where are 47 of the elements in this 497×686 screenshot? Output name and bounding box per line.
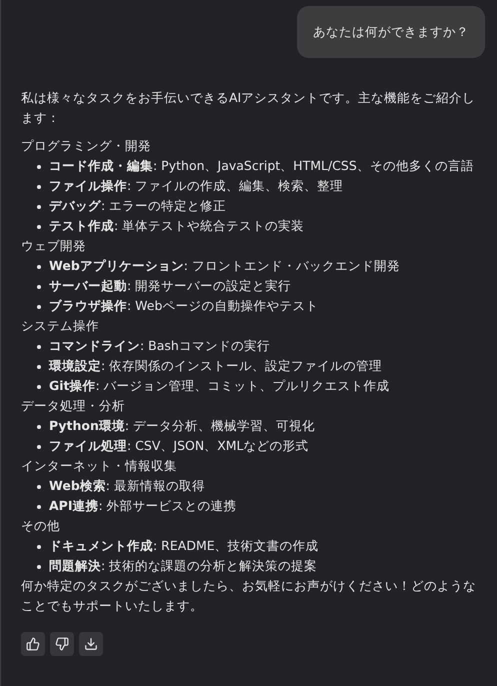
bullet-icon xyxy=(37,265,41,269)
section-heading: システム操作 xyxy=(21,317,100,335)
list-item: Python環境: データ分析、機械学習、可視化 xyxy=(49,417,316,435)
list-item: ファイル処理: CSV、JSON、XMLなどの形式 xyxy=(49,437,309,455)
bullet-icon xyxy=(37,505,41,509)
dislike-button[interactable] xyxy=(50,632,74,656)
list-item: API連携: 外部サービスとの連携 xyxy=(49,497,237,515)
list-item: デバッグ: エラーの特定と修正 xyxy=(49,197,226,215)
download-icon xyxy=(84,637,98,651)
section-heading: その他 xyxy=(21,517,61,535)
list-item: サーバー起動: 開発サーバーの設定と実行 xyxy=(49,277,292,295)
bullet-icon xyxy=(37,365,41,369)
list-item: テスト作成: 単体テストや統合テストの実装 xyxy=(49,217,304,235)
list-item: ブラウザ操作: Webページの自動操作やテスト xyxy=(49,297,318,315)
thumbs-down-icon xyxy=(55,637,69,651)
list-item: 環境設定: 依存関係のインストール、設定ファイルの管理 xyxy=(49,357,382,375)
section-heading: プログラミング・開発 xyxy=(21,137,152,155)
bullet-icon xyxy=(37,185,41,189)
bullet-icon xyxy=(37,225,41,229)
bullet-icon xyxy=(37,445,41,449)
bullet-icon xyxy=(37,385,41,389)
list-item: ドキュメント作成: README、技術文書の作成 xyxy=(49,537,319,555)
intro-text: 私は様々なタスクをお手伝いできるAIアシスタントです。主な機能をご紹介します： xyxy=(21,89,476,127)
list-item: Web検索: 最新情報の取得 xyxy=(49,477,205,495)
bullet-icon xyxy=(37,285,41,289)
bullet-icon xyxy=(37,545,41,549)
user-message-bubble: あなたは何ができますか？ xyxy=(297,6,485,58)
bullet-icon xyxy=(37,165,41,169)
section-heading: ウェブ開発 xyxy=(21,237,87,255)
section-heading: データ処理・分析 xyxy=(21,397,126,415)
list-item: ファイル操作: ファイルの作成、編集、検索、整理 xyxy=(49,177,344,195)
list-item: コード作成・編集: Python、JavaScript、HTML/CSS、その他多くの言語 xyxy=(49,157,474,175)
list-item: 問題解決: 技術的な課題の分析と解決策の提案 xyxy=(49,557,318,575)
like-button[interactable] xyxy=(21,632,45,656)
bullet-icon xyxy=(37,205,41,209)
section-heading: インターネット・情報収集 xyxy=(21,457,178,475)
download-button[interactable] xyxy=(79,632,103,656)
thumbs-up-icon xyxy=(26,637,40,651)
list-item: Webアプリケーション: フロントエンド・バックエンド開発 xyxy=(49,257,400,275)
list-item: Git操作: バージョン管理、コミット、プルリクエスト作成 xyxy=(49,377,390,395)
bullet-icon xyxy=(37,485,41,489)
bullet-icon xyxy=(37,305,41,309)
bullet-icon xyxy=(37,425,41,429)
bullet-icon xyxy=(37,565,41,569)
bullet-icon xyxy=(37,345,41,349)
closing-text: 何か特定のタスクがございましたら、お気軽にお声がけください！どのようなことでもサポートいたします。 xyxy=(21,577,477,615)
list-item: コマンドライン: Bashコマンドの実行 xyxy=(49,337,270,355)
